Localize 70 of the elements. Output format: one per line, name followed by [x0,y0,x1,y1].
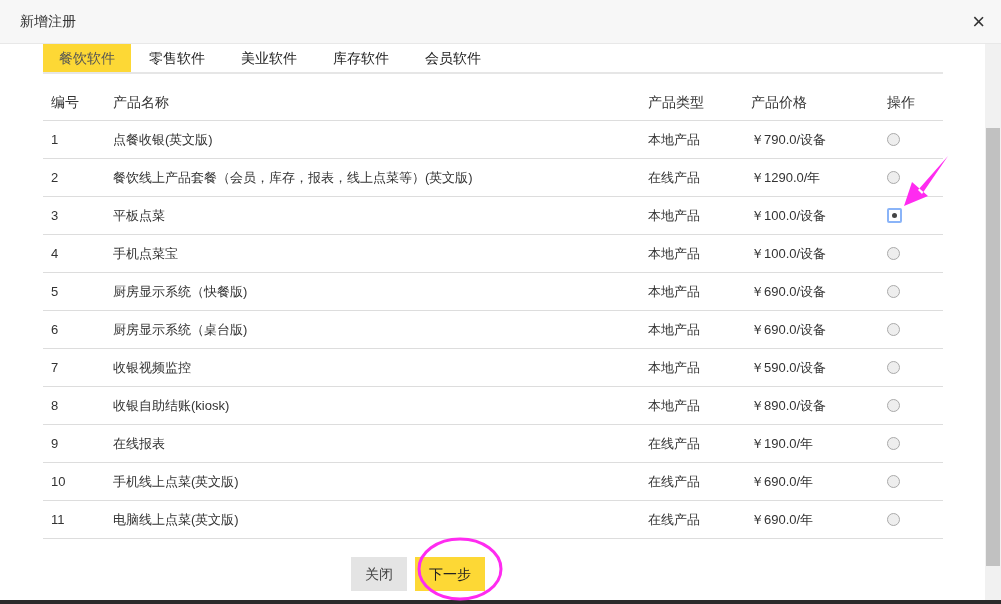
table-cell-text: 1 [51,130,60,149]
table-cell-text: ￥100.0/设备 [751,244,828,263]
table-cell-text: 在线产品 [648,472,701,491]
column-header: 产品名称 [113,92,170,112]
column-header: 产品类型 [648,92,705,112]
radio-button[interactable] [887,171,900,184]
category-tab[interactable]: 会员软件 [407,44,499,72]
column-header: 产品价格 [751,92,808,112]
table-cell-text: 餐饮线上产品套餐（会员，库存，报表，线上点菜等）(英文版) [113,168,474,187]
column-header: 操作 [887,92,916,112]
column-header: 编号 [51,92,80,112]
table-cell-text: 2 [51,168,60,187]
table-cell-text: 收银视频监控 [113,358,192,377]
table-cell-text: 在线产品 [648,434,701,453]
table-cell-text: 5 [51,282,60,301]
table-cell-text: 7 [51,358,60,377]
dialog-button[interactable]: 关闭 [351,557,407,591]
table-cell-text: 点餐收银(英文版) [113,130,214,149]
radio-button[interactable] [887,361,900,374]
table-cell-text: 收银自助结账(kiosk) [113,396,231,415]
radio-button[interactable] [887,323,900,336]
table-cell-text: 8 [51,396,60,415]
table-cell-text: ￥690.0/设备 [751,320,828,339]
table-cell-text: 3 [51,206,60,225]
table-cell-text: 在线产品 [648,168,701,187]
category-tab[interactable]: 库存软件 [315,44,407,72]
table-cell-text: 9 [51,434,60,453]
window-title: 新增注册 [20,12,76,31]
dialog-button[interactable]: 下一步 [415,557,485,591]
radio-button[interactable] [887,399,900,412]
table-cell-text: 4 [51,244,60,263]
table-cell-text: 本地产品 [648,358,701,377]
radio-button[interactable] [887,208,902,223]
scrollbar[interactable] [985,44,1001,600]
radio-button[interactable] [887,247,900,260]
category-tab[interactable]: 美业软件 [223,44,315,72]
table-cell-text: 11 [51,510,66,529]
table-cell-text: 本地产品 [648,244,701,263]
table-cell-text: ￥690.0/设备 [751,282,828,301]
table-cell-text: 本地产品 [648,206,701,225]
table-cell-text: 本地产品 [648,320,701,339]
table-cell-text: ￥690.0/年 [751,472,815,491]
category-tab[interactable]: 餐饮软件 [43,44,131,72]
close-button[interactable]: × [972,10,985,33]
table-cell-text: ￥190.0/年 [751,434,815,453]
table-cell-text: 手机线上点菜(英文版) [113,472,240,491]
table-cell-text: 本地产品 [648,130,701,149]
table-cell-text: 厨房显示系统（快餐版) [113,282,249,301]
table-cell-text: ￥690.0/年 [751,510,815,529]
table-cell-text: ￥1290.0/年 [751,168,822,187]
radio-button[interactable] [887,475,900,488]
table-cell-text: 10 [51,472,67,491]
radio-button[interactable] [887,513,900,526]
table-cell-text: ￥790.0/设备 [751,130,828,149]
table-cell-text: ￥590.0/设备 [751,358,828,377]
radio-button[interactable] [887,285,900,298]
table-cell-text: 厨房显示系统（桌台版) [113,320,249,339]
table-cell-text: 在线产品 [648,510,701,529]
table-cell-text: 电脑线上点菜(英文版) [113,510,240,529]
table-cell-text: 6 [51,320,60,339]
radio-button[interactable] [887,437,900,450]
table-cell-text: 本地产品 [648,282,701,301]
table-cell-text: 在线报表 [113,434,166,453]
table-cell-text: 本地产品 [648,396,701,415]
table-cell-text: ￥100.0/设备 [751,206,828,225]
table-cell-text: ￥890.0/设备 [751,396,828,415]
radio-button[interactable] [887,133,900,146]
table-cell-text: 手机点菜宝 [113,244,179,263]
table-cell-text: 平板点菜 [113,206,166,225]
category-tab[interactable]: 零售软件 [131,44,223,72]
